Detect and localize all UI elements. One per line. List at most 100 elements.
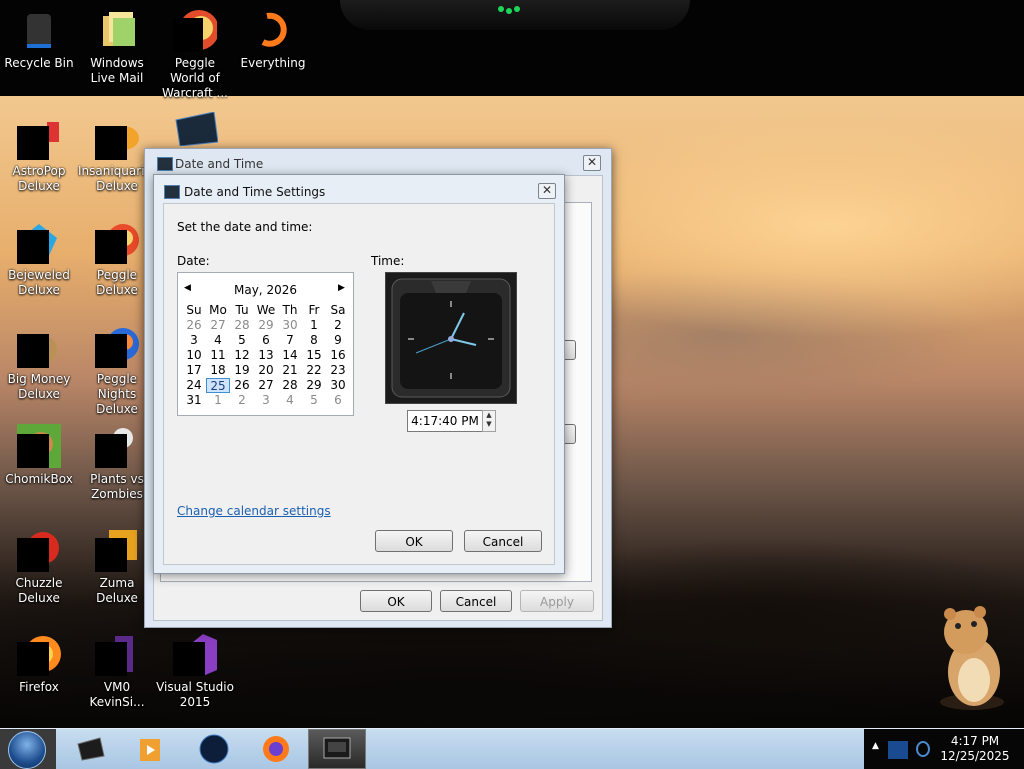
time-input[interactable]: 4:17:40 PM (407, 410, 483, 432)
calendar-day[interactable]: 29 (302, 378, 326, 393)
calendar-day[interactable]: 1 (206, 393, 230, 408)
weekday-label: Fr (308, 303, 320, 317)
peggle-icon (95, 324, 139, 368)
calendar-day[interactable]: 27 (206, 318, 230, 333)
calendar-day[interactable]: 8 (302, 333, 326, 348)
ok-button[interactable]: OK (360, 590, 432, 612)
taskbar-button-app[interactable] (62, 729, 118, 769)
tray-arrow-icon[interactable]: ▲ (872, 741, 879, 751)
calendar-day[interactable]: 26 (230, 378, 254, 393)
icon-label: Peggle Deluxe (96, 268, 138, 297)
calendar-day-selected[interactable]: 25 (206, 378, 230, 393)
calendar-day[interactable]: 13 (254, 348, 278, 363)
apply-button[interactable]: Apply (520, 590, 594, 612)
desktop-icon-windows-live-mail[interactable]: Windows Live Mail (78, 8, 156, 86)
title-bar[interactable]: Date and Time ✕ (145, 149, 611, 175)
calendar-day[interactable]: 19 (230, 363, 254, 378)
desktop-icon-astropop[interactable]: AstroPop Deluxe (0, 116, 78, 194)
calendar-day[interactable]: 24 (182, 378, 206, 393)
calendar-day[interactable]: 5 (302, 393, 326, 408)
calendar-day[interactable]: 1 (302, 318, 326, 333)
calendar-day[interactable]: 31 (182, 393, 206, 408)
calendar-grid: Su Mo Tu We Th Fr Sa 26 27 28 29 30 1 2 (182, 303, 350, 408)
desktop-icon-recycle-bin[interactable]: Recycle Bin (0, 8, 78, 71)
start-area (0, 729, 56, 769)
calendar-day[interactable]: 2 (326, 318, 350, 333)
taskbar-button-media-player[interactable] (122, 729, 178, 769)
calendar-day[interactable]: 26 (182, 318, 206, 333)
calendar-day[interactable]: 6 (254, 333, 278, 348)
calendar-month-label[interactable]: May, 2026 (178, 283, 353, 297)
app-icon (77, 737, 105, 761)
frog-icon (95, 528, 139, 572)
cancel-button[interactable]: Cancel (440, 590, 512, 612)
calendar: ◀ May, 2026 ▶ Su Mo Tu We Th Fr Sa 26 27… (177, 272, 354, 416)
calendar-day[interactable]: 4 (206, 333, 230, 348)
next-month-icon[interactable]: ▶ (338, 283, 345, 293)
calendar-day[interactable]: 3 (182, 333, 206, 348)
weekday-label: Mo (209, 303, 227, 317)
close-button[interactable]: ✕ (583, 155, 601, 171)
hamster-gadget[interactable] (930, 602, 1014, 712)
start-button[interactable] (8, 731, 46, 769)
taskbar-button-firefox[interactable] (248, 729, 304, 769)
calendar-day[interactable]: 21 (278, 363, 302, 378)
time-spinner[interactable]: ▲ ▼ (482, 410, 496, 432)
calendar-day[interactable]: 11 (206, 348, 230, 363)
calendar-day[interactable]: 7 (278, 333, 302, 348)
calendar-day[interactable]: 9 (326, 333, 350, 348)
calendar-day[interactable]: 15 (302, 348, 326, 363)
calendar-day[interactable]: 23 (326, 363, 350, 378)
desktop-icon-chuzzle[interactable]: Chuzzle Deluxe (0, 528, 78, 606)
network-icon[interactable] (888, 741, 908, 759)
desktop-icon-chomikbox[interactable]: ChomikBox (0, 424, 78, 487)
icon-label: Windows Live Mail (90, 56, 144, 85)
title-bar[interactable]: Date and Time Settings ✕ (154, 175, 564, 205)
calendar-day[interactable]: 3 (254, 393, 278, 408)
calendar-day[interactable]: 6 (326, 393, 350, 408)
calendar-day[interactable]: 28 (230, 318, 254, 333)
desktop-icon-big-money[interactable]: Big Money Deluxe (0, 324, 78, 402)
desktop-icon-everything[interactable]: Everything (234, 8, 312, 71)
icon-label: Chuzzle Deluxe (15, 576, 63, 605)
desktop-icon-visual-studio[interactable]: Visual Studio 2015 (156, 632, 234, 710)
calendar-day[interactable]: 12 (230, 348, 254, 363)
clock-date: 12/25/2025 (940, 749, 1010, 763)
calendar-day[interactable]: 28 (278, 378, 302, 393)
calendar-day[interactable]: 30 (326, 378, 350, 393)
mail-icon (95, 8, 139, 52)
calendar-day[interactable]: 16 (326, 348, 350, 363)
time-label: Time: (371, 254, 405, 268)
calendar-day[interactable]: 29 (254, 318, 278, 333)
calendar-day[interactable]: 30 (278, 318, 302, 333)
icon-label: Zuma Deluxe (96, 576, 138, 605)
calendar-day[interactable]: 4 (278, 393, 302, 408)
calendar-day[interactable]: 10 (182, 348, 206, 363)
calendar-day[interactable]: 17 (182, 363, 206, 378)
calendar-day[interactable]: 18 (206, 363, 230, 378)
calendar-day[interactable]: 20 (254, 363, 278, 378)
close-button[interactable]: ✕ (538, 183, 556, 199)
calendar-day[interactable]: 14 (278, 348, 302, 363)
ok-button[interactable]: OK (375, 530, 453, 552)
desktop-icon-firefox[interactable]: Firefox (0, 632, 78, 695)
partial-desktop-icon[interactable] (170, 111, 219, 147)
calendar-day[interactable]: 2 (230, 393, 254, 408)
taskbar-button-date-time[interactable] (308, 729, 366, 769)
desktop-icon-peggle-wow[interactable]: Peggle World of Warcraft ... (156, 8, 234, 101)
desktop-icon-bejeweled[interactable]: Bejeweled Deluxe (0, 220, 78, 298)
weekday-label: Su (186, 303, 202, 317)
taskbar: ▲ 4:17 PM 12/25/2025 (0, 728, 1024, 769)
volume-icon[interactable] (916, 741, 930, 757)
taskbar-button-globe[interactable] (186, 729, 242, 769)
cancel-button[interactable]: Cancel (464, 530, 542, 552)
calendar-day[interactable]: 5 (230, 333, 254, 348)
calendar-week: 26 27 28 29 30 1 2 (182, 318, 350, 333)
calendar-day[interactable]: 22 (302, 363, 326, 378)
clock-window-icon (164, 185, 180, 199)
change-calendar-settings-link[interactable]: Change calendar settings (177, 504, 331, 518)
tray-clock[interactable]: 4:17 PM 12/25/2025 (930, 734, 1020, 764)
peggle-icon (173, 8, 219, 52)
desktop-icon-vm0[interactable]: VM0 KevinSi... (78, 632, 156, 710)
calendar-day[interactable]: 27 (254, 378, 278, 393)
